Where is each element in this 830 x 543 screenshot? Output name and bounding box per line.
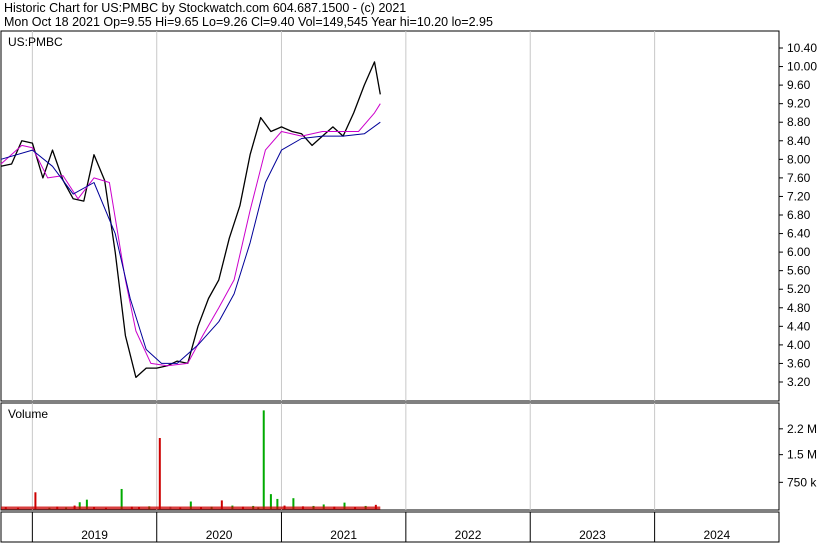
price-tick-label: 5.60 — [787, 264, 811, 278]
price-tick-label: 7.20 — [787, 189, 811, 203]
price-tick-label: 4.00 — [787, 338, 811, 352]
price-tick-label: 6.40 — [787, 227, 811, 241]
volume-panel-frame — [0, 402, 780, 511]
price-tick-label: 8.00 — [787, 152, 811, 166]
year-label: 2024 — [703, 528, 730, 542]
price-tick-label: 3.60 — [787, 356, 811, 370]
volume-tick-label: 750 k — [787, 475, 817, 489]
price-tick-label: 7.60 — [787, 171, 811, 185]
volume-tick-label: 1.5 M — [787, 448, 817, 462]
time-axis-strip — [0, 511, 780, 543]
volume-panel-title: Volume — [8, 407, 48, 421]
price-tick-label: 6.80 — [787, 208, 811, 222]
year-label: 2023 — [579, 528, 606, 542]
price-tick-label: 9.60 — [787, 78, 811, 92]
stock-chart: 10.40 10.00 9.60 9.20 8.80 8.40 8.00 7.60 7.20 6.… — [0, 30, 817, 543]
price-tick-label: 10.00 — [787, 60, 817, 74]
year-label: 2022 — [455, 528, 482, 542]
price-panel-title: US:PMBC — [8, 35, 63, 49]
price-tick-label: 9.20 — [787, 97, 811, 111]
year-label: 2020 — [206, 528, 233, 542]
volume-tick-label: 2.2 M — [787, 422, 817, 436]
price-tick-label: 10.40 — [787, 41, 817, 55]
year-label: 2021 — [330, 528, 357, 542]
price-tick-label: 8.80 — [787, 115, 811, 129]
price-panel-frame — [0, 30, 780, 402]
price-axis: 10.40 10.00 9.60 9.20 8.80 8.40 8.00 7.60 7.20 6.… — [779, 41, 817, 389]
price-tick-label: 5.20 — [787, 282, 811, 296]
price-tick-label: 8.40 — [787, 134, 811, 148]
volume-axis: 2.2 M 1.5 M 750 k — [779, 422, 817, 489]
price-tick-label: 4.80 — [787, 301, 811, 315]
year-label: 2019 — [81, 528, 108, 542]
price-tick-label: 6.00 — [787, 245, 811, 259]
price-tick-label: 3.20 — [787, 375, 811, 389]
price-tick-label: 4.40 — [787, 319, 811, 333]
